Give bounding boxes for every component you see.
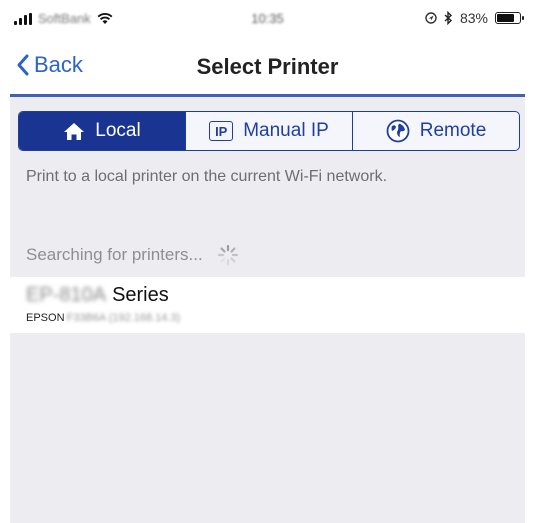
battery-fill [497, 14, 514, 22]
printer-list-item[interactable]: EP-810A Series EPSON F33B6A (192.168.14.… [10, 277, 525, 333]
printer-model-prefix: EP-810A [26, 284, 107, 306]
bluetooth-icon [444, 11, 452, 25]
navigation-bar: Back Select Printer [0, 38, 535, 94]
printer-model: EP-810A Series [26, 284, 169, 307]
searching-status: Searching for printers... [26, 244, 239, 266]
status-bar: SoftBank 10:35 83% [0, 0, 535, 38]
tab-local-label: Local [95, 120, 141, 141]
back-label: Back [34, 52, 83, 77]
globe-icon [386, 119, 410, 143]
tab-manual-ip-label: Manual IP [243, 120, 329, 141]
battery-icon [495, 12, 524, 24]
printer-model-suffix: Series [112, 284, 169, 306]
screen: SoftBank 10:35 83% Back Select Printer L… [0, 0, 535, 523]
tab-remote[interactable]: Remote [353, 112, 519, 150]
location-icon [425, 12, 437, 24]
connection-type-tabs: Local IP Manual IP Remote [18, 111, 520, 151]
status-right: 83% [425, 10, 524, 26]
printer-network-name: EPSON F33B6A (192.168.14.3) [26, 312, 180, 324]
printer-name-prefix: EPSON [26, 312, 65, 324]
tab-remote-label: Remote [419, 120, 487, 141]
tab-manual-ip[interactable]: IP Manual IP [186, 112, 353, 150]
chevron-left-icon [17, 54, 29, 76]
back-button[interactable]: Back [16, 52, 83, 78]
tab-local[interactable]: Local [19, 112, 186, 150]
description-text: Print to a local printer on the current … [26, 168, 388, 185]
printer-name-suffix: F33B6A (192.168.14.3) [66, 312, 181, 324]
searching-label: Searching for printers... [26, 245, 203, 264]
battery-percent: 83% [459, 10, 488, 26]
home-icon [64, 123, 85, 140]
ip-icon: IP [209, 121, 234, 141]
content-area: Local IP Manual IP Remote Print to a loc… [10, 97, 525, 523]
spinner-icon [217, 244, 238, 266]
